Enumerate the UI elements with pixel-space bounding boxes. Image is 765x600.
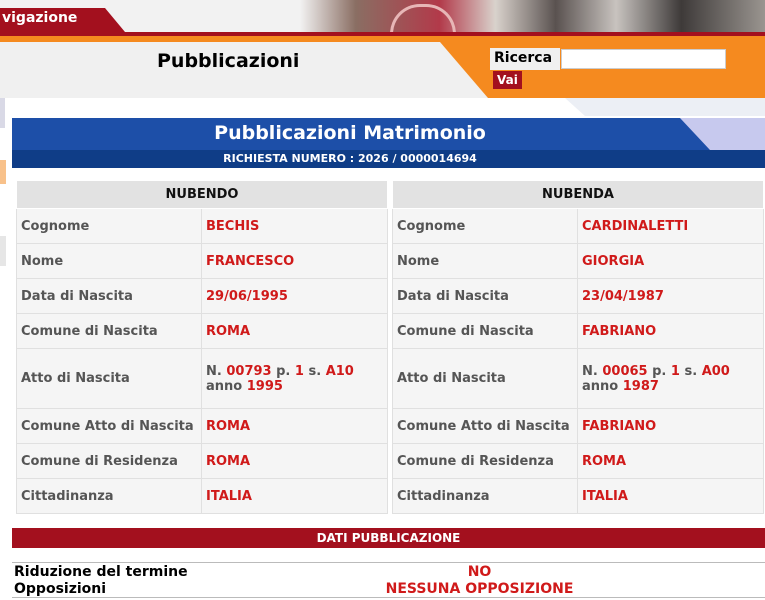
table-row: Nome FRANCESCO — [16, 243, 388, 279]
atto-s-label: s. — [684, 363, 698, 379]
atto-p-label: p. — [652, 363, 667, 379]
comune-nascita-label: Comune di Nascita — [16, 313, 202, 349]
atto-serie: A10 — [325, 363, 354, 379]
atto-nascita-line: N. 00793 p. 1 s. A10 anno 1995 — [206, 364, 383, 394]
cognome-label: Cognome — [16, 208, 202, 244]
table-row: Comune Atto di Nascita ROMA — [16, 408, 388, 444]
atto-nascita-label: Atto di Nascita — [16, 348, 202, 409]
cognome-label: Cognome — [392, 208, 578, 244]
atto-anno-label: anno — [582, 378, 619, 394]
nome-label: Nome — [16, 243, 202, 279]
nubendo-heading: NUBENDO — [16, 180, 388, 209]
opposizioni-label: Opposizioni — [14, 581, 107, 597]
data-nascita-label: Data di Nascita — [16, 278, 202, 314]
cittadinanza-value: ITALIA — [201, 478, 388, 514]
search-input[interactable] — [561, 49, 726, 69]
comune-atto-value: ROMA — [201, 408, 388, 444]
comune-residenza-label: Comune di Residenza — [392, 443, 578, 479]
table-row: Comune di Residenza ROMA — [16, 443, 388, 479]
nome-value: GIORGIA — [577, 243, 764, 279]
page-title: Pubblicazioni — [157, 50, 300, 72]
main-title: Pubblicazioni Matrimonio — [214, 122, 486, 144]
data-nascita-label: Data di Nascita — [392, 278, 578, 314]
atto-prefix: N. — [582, 363, 598, 379]
opposizioni-value: NESSUNA OPPOSIZIONE — [385, 581, 574, 597]
comune-atto-value: FABRIANO — [577, 408, 764, 444]
table-row: Comune di Residenza ROMA — [392, 443, 764, 479]
nubenda-table: NUBENDA Cognome CARDINALETTI Nome GIORGI… — [392, 180, 764, 514]
comune-nascita-label: Comune di Nascita — [392, 313, 578, 349]
atto-numero: 00793 — [226, 363, 272, 379]
table-row: Comune Atto di Nascita FABRIANO — [392, 408, 764, 444]
atto-serie: A00 — [701, 363, 730, 379]
header-bar: Pubblicazioni Ricerca Vai — [0, 42, 765, 98]
table-row: Atto di Nascita N. 00793 p. 1 s. A10 ann… — [16, 348, 388, 409]
atto-anno: 1987 — [622, 378, 659, 394]
comune-residenza-value: ROMA — [577, 443, 764, 479]
cognome-value: CARDINALETTI — [577, 208, 764, 244]
comune-nascita-value: FABRIANO — [577, 313, 764, 349]
search-go-button[interactable]: Vai — [493, 71, 522, 89]
atto-s-label: s. — [308, 363, 322, 379]
comune-residenza-label: Comune di Residenza — [16, 443, 202, 479]
left-edge-decoration — [0, 236, 6, 266]
atto-parte: 1 — [294, 363, 304, 379]
riduzione-label: Riduzione del termine — [14, 564, 188, 580]
atto-nascita-label: Atto di Nascita — [392, 348, 578, 409]
riduzione-value: NO — [467, 564, 492, 580]
data-nascita-value: 29/06/1995 — [201, 278, 388, 314]
content-corner-decoration — [565, 98, 765, 116]
atto-p-label: p. — [276, 363, 291, 379]
top-banner: vigazione — [0, 0, 765, 32]
atto-nascita-line: N. 00065 p. 1 s. A00 anno 1987 — [582, 364, 759, 394]
dati-pubblicazione-heading: DATI PUBBLICAZIONE — [12, 528, 765, 548]
table-row: Data di Nascita 23/04/1987 — [392, 278, 764, 314]
cognome-value: BECHIS — [201, 208, 388, 244]
navigation-tab[interactable]: vigazione — [0, 8, 125, 32]
header-photo — [300, 0, 765, 32]
nubenda-heading: NUBENDA — [392, 180, 764, 209]
comune-nascita-value: ROMA — [201, 313, 388, 349]
atto-numero: 00065 — [602, 363, 648, 379]
search-label: Ricerca — [490, 48, 560, 70]
table-row: Cognome BECHIS — [16, 208, 388, 244]
cittadinanza-label: Cittadinanza — [392, 478, 578, 514]
atto-nascita-value: N. 00793 p. 1 s. A10 anno 1995 — [201, 348, 388, 409]
table-row: Cittadinanza ITALIA — [16, 478, 388, 514]
navigation-tab-label: vigazione — [2, 10, 78, 26]
dati-pubblicazione-box: Riduzione del termine NO Opposizioni NES… — [12, 562, 765, 598]
nome-value: FRANCESCO — [201, 243, 388, 279]
cittadinanza-value: ITALIA — [577, 478, 764, 514]
comune-atto-label: Comune Atto di Nascita — [16, 408, 202, 444]
atto-anno: 1995 — [246, 378, 283, 394]
comune-atto-label: Comune Atto di Nascita — [392, 408, 578, 444]
atto-anno-label: anno — [206, 378, 243, 394]
atto-parte: 1 — [670, 363, 680, 379]
atto-prefix: N. — [206, 363, 222, 379]
cittadinanza-label: Cittadinanza — [16, 478, 202, 514]
table-row: Cittadinanza ITALIA — [392, 478, 764, 514]
nome-label: Nome — [392, 243, 578, 279]
table-row: Nome GIORGIA — [392, 243, 764, 279]
nubendo-table: NUBENDO Cognome BECHIS Nome FRANCESCO Da… — [16, 180, 388, 514]
table-row: Data di Nascita 29/06/1995 — [16, 278, 388, 314]
request-number: RICHIESTA NUMERO : 2026 / 0000014694 — [223, 152, 477, 165]
table-row: Comune di Nascita FABRIANO — [392, 313, 764, 349]
comune-residenza-value: ROMA — [201, 443, 388, 479]
table-row: Comune di Nascita ROMA — [16, 313, 388, 349]
data-nascita-value: 23/04/1987 — [577, 278, 764, 314]
atto-nascita-value: N. 00065 p. 1 s. A00 anno 1987 — [577, 348, 764, 409]
table-row: Cognome CARDINALETTI — [392, 208, 764, 244]
table-row: Atto di Nascita N. 00065 p. 1 s. A00 ann… — [392, 348, 764, 409]
